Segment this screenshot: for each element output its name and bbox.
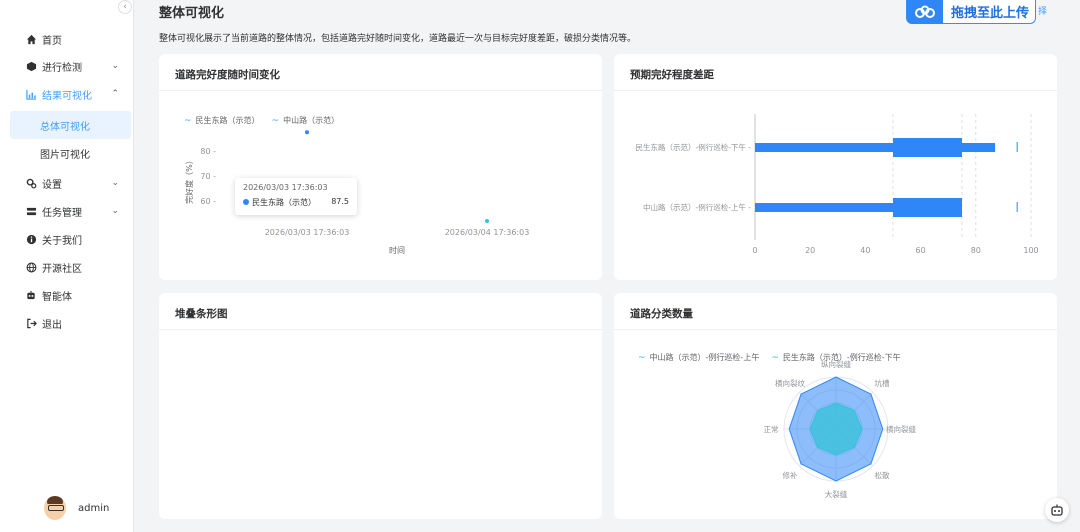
radar-indicator-label: 坑槽 [874,378,890,388]
sidebar-item-label: 首页 [42,35,62,47]
card-title: 堆叠条形图 [175,308,228,320]
radar-series [809,402,863,456]
series-dot [243,199,249,205]
card-stacked-bar: 堆叠条形图 [159,293,602,519]
sidebar-item-label: 智能体 [42,291,72,303]
sidebar-item-result-visualization[interactable]: 结果可视化 ⌃ [0,80,133,108]
user-menu[interactable]: admin [44,496,109,520]
sidebar: ‹ 首页 进行检测 ⌄ 结果可视化 ⌃ 总体可视化 图片可视化 设置 ⌄ 任务管… [0,0,134,532]
sidebar-item-task-management[interactable]: 任务管理 ⌄ [0,197,133,225]
chevron-down-icon: ⌄ [111,61,119,71]
assistant-button[interactable] [1045,498,1069,522]
data-point [485,219,489,223]
sidebar-item-settings[interactable]: 设置 ⌄ [0,169,133,197]
category-label: 民生东路（示范）-例行巡检-下午 - [635,142,751,152]
y-tick-label: 70 - [200,172,216,181]
range-band [893,198,962,217]
x-tick-label: 60 [916,246,926,255]
sidebar-item-label: 总体可视化 [40,121,90,133]
sidebar-item-label: 图片可视化 [40,149,90,161]
sidebar-item-label: 关于我们 [42,235,82,247]
radar-indicator-label: 横向裂缝 [886,424,916,434]
robot-icon [1051,504,1063,516]
user-name: admin [78,502,110,514]
sidebar-item-label: 进行检测 [42,62,82,74]
category-label: 中山路（示范）-例行巡检-上午 - [643,202,751,212]
x-tick-label: 20 [805,246,815,255]
range-band [893,138,962,157]
sidebar-item-agent[interactable]: 智能体 [0,281,133,309]
info-icon [24,234,38,245]
cloud-icon [907,0,943,24]
x-tick-label: 2026/03/03 17:36:03 [265,228,350,237]
radar-indicator-label: 纵向裂缝 [821,359,851,369]
y-tick-label: 80 - [200,147,216,156]
x-tick-label: 0 [752,246,757,255]
sidebar-item-label: 开源社区 [42,263,82,275]
sidebar-item-community[interactable]: 开源社区 [0,253,133,281]
x-tick-label: 100 [1023,246,1038,255]
x-tick-label: 40 [860,246,870,255]
robot-icon [24,290,38,301]
chevron-up-icon: ⌃ [111,89,119,99]
task-icon [24,206,38,217]
chart-tooltip: 2026/03/03 17:36:03 民生东路（示范） 87.5 [235,178,357,215]
sidebar-item-label: 任务管理 [42,207,82,219]
x-tick-label: 2026/03/04 17:36:03 [445,228,530,237]
x-tick-label: 80 [971,246,981,255]
sidebar-item-overall-visualization[interactable]: 总体可视化 [10,111,131,139]
page-title: 整体可视化 [159,6,225,21]
radar-indicator-label: 正常 [764,425,779,434]
chart-icon [24,89,38,100]
line-chart: 60 -70 -80 -完好度（%）2026/03/03 17:36:03 202… [184,130,530,255]
radar-indicator-label: 大裂缝 [825,489,848,499]
y-tick-label: 60 - [200,197,216,206]
upload-drop-zone[interactable]: 拖拽至此上传 [906,0,1036,24]
sidebar-item-about[interactable]: 关于我们 [0,225,133,253]
select-link[interactable]: 择 [1038,4,1047,17]
tooltip-value: 87.5 [331,197,349,206]
radar-indicator-label: 松散 [874,470,890,480]
sidebar-item-home[interactable]: 首页 [0,25,133,53]
radar-indicator-label: 修补 [783,470,798,480]
chevron-down-icon: ⌄ [111,178,119,188]
sidebar-item-label: 设置 [42,179,62,191]
divider [159,329,602,330]
chevron-left-icon[interactable]: ‹ [118,0,132,14]
card-expected-condition-gap: 预期完好程度差距 0 20 40 60 80 100 民生东路（示范）-例行巡检-下午 -中… [614,54,1057,280]
sidebar-item-detect[interactable]: 进行检测 ⌄ [0,52,133,80]
sidebar-item-label: 退出 [42,319,62,331]
chevron-down-icon: ⌄ [111,206,119,216]
x-axis-label: 时间 [389,245,405,255]
detect-icon [24,61,38,72]
sidebar-item-logout[interactable]: 退出 [0,309,133,337]
gap-chart: 0 20 40 60 80 100 民生东路（示范）-例行巡检-下午 - 中山路（示范）-例行… [635,114,1039,255]
card-road-condition-over-time: 道路完好度随时间变化 ~ 民生东路（示范） ~ 中山路（示范） 60 -70 -80… [159,54,602,280]
avatar [44,496,66,520]
gear-icon [24,178,38,189]
globe-icon [24,262,38,273]
tooltip-time: 2026/03/03 17:36:03 [243,183,328,192]
radar-chart: 纵向裂缝坑槽横向裂缝松散大裂缝 修补 正常 横向裂纹 [764,359,917,499]
logout-icon [24,318,38,329]
sidebar-item-image-visualization[interactable]: 图片可视化 [0,139,133,167]
y-axis-label: 完好度（%） [184,156,194,204]
page-description: 整体可视化展示了当前道路的整体情况，包括道路完好随时间变化，道路最近一次与目标完… [159,34,637,44]
home-icon [24,34,38,45]
tooltip-series: 民生东路（示范） [252,198,316,207]
data-point [305,130,309,135]
card-road-category-count: 道路分类数量 ~ 中山路（示范）-例行巡检-上午 ~ 民生东路（示范）-例行巡检-下… [614,293,1057,519]
upload-label: 拖拽至此上传 [951,6,1030,21]
sidebar-item-label: 结果可视化 [42,90,92,102]
radar-indicator-label: 横向裂纹 [775,378,805,388]
